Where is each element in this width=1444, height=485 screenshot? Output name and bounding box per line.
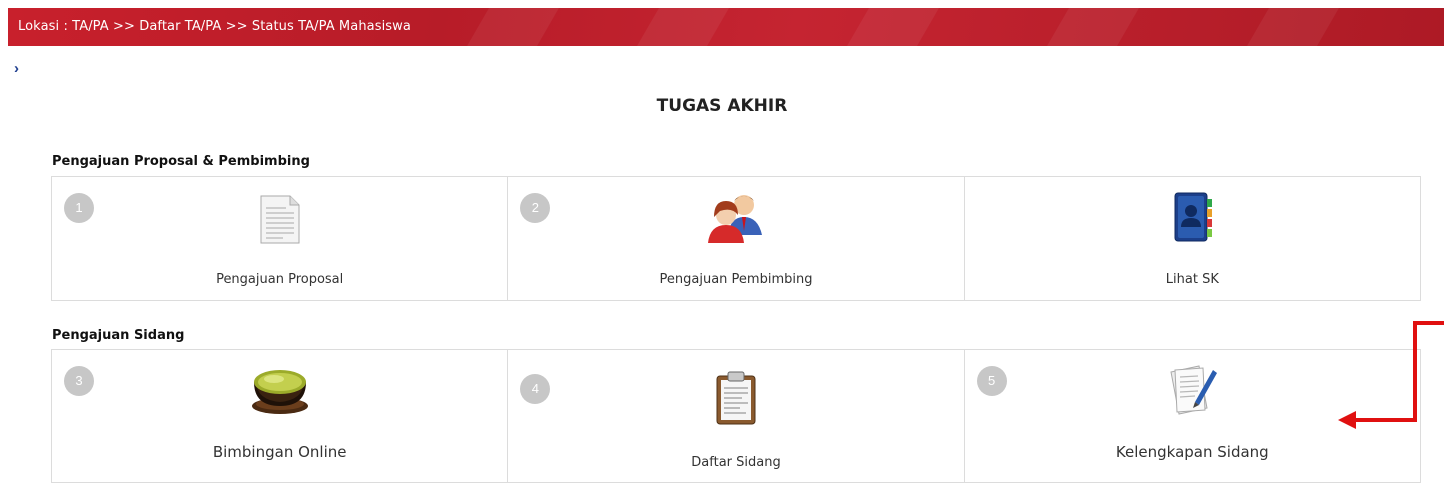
tea-cup-icon <box>248 362 312 423</box>
step-badge: 5 <box>976 366 1007 396</box>
step-badge: 2 <box>520 193 551 223</box>
menu-item-label: Kelengkapan Sidang <box>1115 443 1269 461</box>
clipboard-icon <box>710 370 762 431</box>
document-pen-icon <box>1165 362 1219 421</box>
menu-item-bimbingan-online[interactable]: 3 Bimbingan Online <box>52 350 509 482</box>
breadcrumb: Lokasi : TA/PA >> Daftar TA/PA >> Status… <box>18 19 411 34</box>
section-title-proposal: Pengajuan Proposal & Pembimbing <box>52 154 310 169</box>
proposal-menu-grid: 1 Pengajuan Proposal 2 Pengajuan Pembimb… <box>51 176 1421 301</box>
menu-item-label: Pengajuan Proposal <box>216 272 344 287</box>
sidang-menu-grid: 3 Bimbingan Online 4 Daftar Sidang 5 Kel… <box>51 349 1421 483</box>
document-icon <box>253 193 307 250</box>
step-badge: 4 <box>520 374 551 404</box>
annotation-arrow-icon <box>1338 321 1444 429</box>
menu-item-pengajuan-proposal[interactable]: 1 Pengajuan Proposal <box>52 177 509 300</box>
menu-item-daftar-sidang[interactable]: 4 Daftar Sidang <box>508 350 965 482</box>
menu-item-label: Daftar Sidang <box>691 455 781 470</box>
address-book-icon <box>1168 191 1216 248</box>
chevron-right-icon[interactable]: › <box>14 60 19 77</box>
users-icon <box>706 191 766 250</box>
step-badge: 1 <box>64 193 94 223</box>
page-title: TUGAS AKHIR <box>656 96 788 116</box>
section-title-sidang: Pengajuan Sidang <box>52 328 185 343</box>
step-badge: 3 <box>64 366 94 396</box>
menu-item-label: Bimbingan Online <box>212 443 347 461</box>
menu-item-lihat-sk[interactable]: Lihat SK <box>965 177 1420 300</box>
location-bar: Lokasi : TA/PA >> Daftar TA/PA >> Status… <box>8 8 1444 46</box>
menu-item-label: Lihat SK <box>1165 272 1219 287</box>
menu-item-pengajuan-pembimbing[interactable]: 2 Pengajuan Pembimbing <box>508 177 965 300</box>
menu-item-label: Pengajuan Pembimbing <box>659 272 813 287</box>
